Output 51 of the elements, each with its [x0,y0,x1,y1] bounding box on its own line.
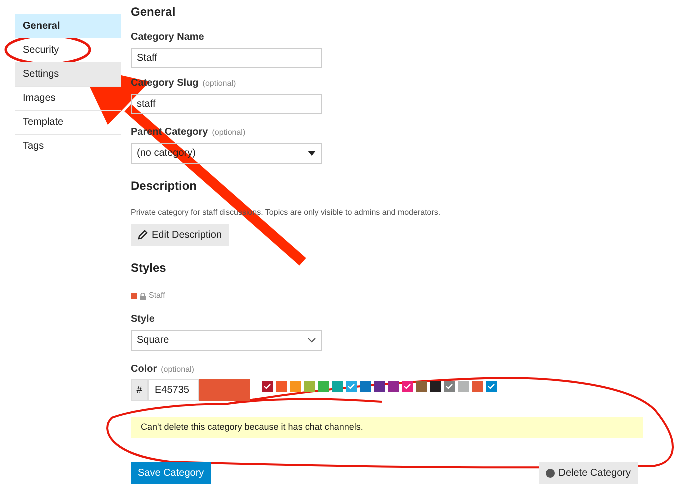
field-label: Category Name [131,32,204,44]
section-heading: General [131,5,177,19]
color-swatch[interactable] [374,380,385,392]
category-badge-name: Staff [149,291,166,301]
notice-banner: Can't delete this category because it has chat channels. [131,417,643,438]
input-field[interactable]: staff [131,94,322,114]
input-field[interactable]: Staff [131,48,322,68]
check-icon [488,384,495,388]
caret-icon [308,151,316,156]
color-swatch[interactable] [332,380,343,392]
chevron-down-icon [308,338,316,343]
color-swatch[interactable] [360,380,371,392]
save-category-button[interactable]: Save Category [131,462,212,484]
color-swatch[interactable] [388,380,399,392]
color-swatch[interactable] [444,380,455,392]
field-label: Style [131,314,155,326]
sidebar-item[interactable]: General [15,14,121,38]
check-icon [446,384,453,388]
sidebar-item[interactable]: Security [15,38,121,62]
color-swatch[interactable] [416,380,427,392]
color-swatch[interactable] [472,380,483,392]
optional-hint: (optional) [212,127,246,139]
color-swatch[interactable] [430,380,441,392]
optional-hint: (optional) [202,78,236,90]
section-heading: Styles [131,261,168,275]
color-input[interactable]: E45735 [148,379,199,401]
check-icon [264,384,271,388]
check-icon [404,384,411,388]
color-swatch[interactable] [290,380,301,392]
lock-icon [140,292,146,300]
dropdown[interactable]: Square [131,330,322,351]
hash-prefix: # [131,379,148,401]
edit-description-button[interactable]: Edit Description [131,224,230,246]
color-swatch[interactable] [402,380,413,392]
pencil-icon [138,230,148,240]
color-swatch[interactable] [262,380,273,392]
check-icon [348,384,355,388]
color-swatch[interactable] [458,380,469,392]
delete-category-button[interactable]: Delete Category [538,462,638,484]
sidebar-item[interactable]: Template [15,110,121,134]
optional-hint: (optional) [161,364,194,376]
color-swatch[interactable] [318,380,329,392]
section-heading: Description [131,179,198,193]
color-swatch[interactable] [346,380,357,392]
sidebar-item[interactable]: Settings [15,62,121,86]
color-swatch[interactable] [486,380,497,392]
field-label: Color [131,364,158,376]
sidebar-item[interactable]: Images [15,86,121,110]
color-swatch[interactable] [276,380,287,392]
sidebar-item[interactable]: Tags [15,134,121,158]
color-swatch[interactable] [304,380,315,392]
